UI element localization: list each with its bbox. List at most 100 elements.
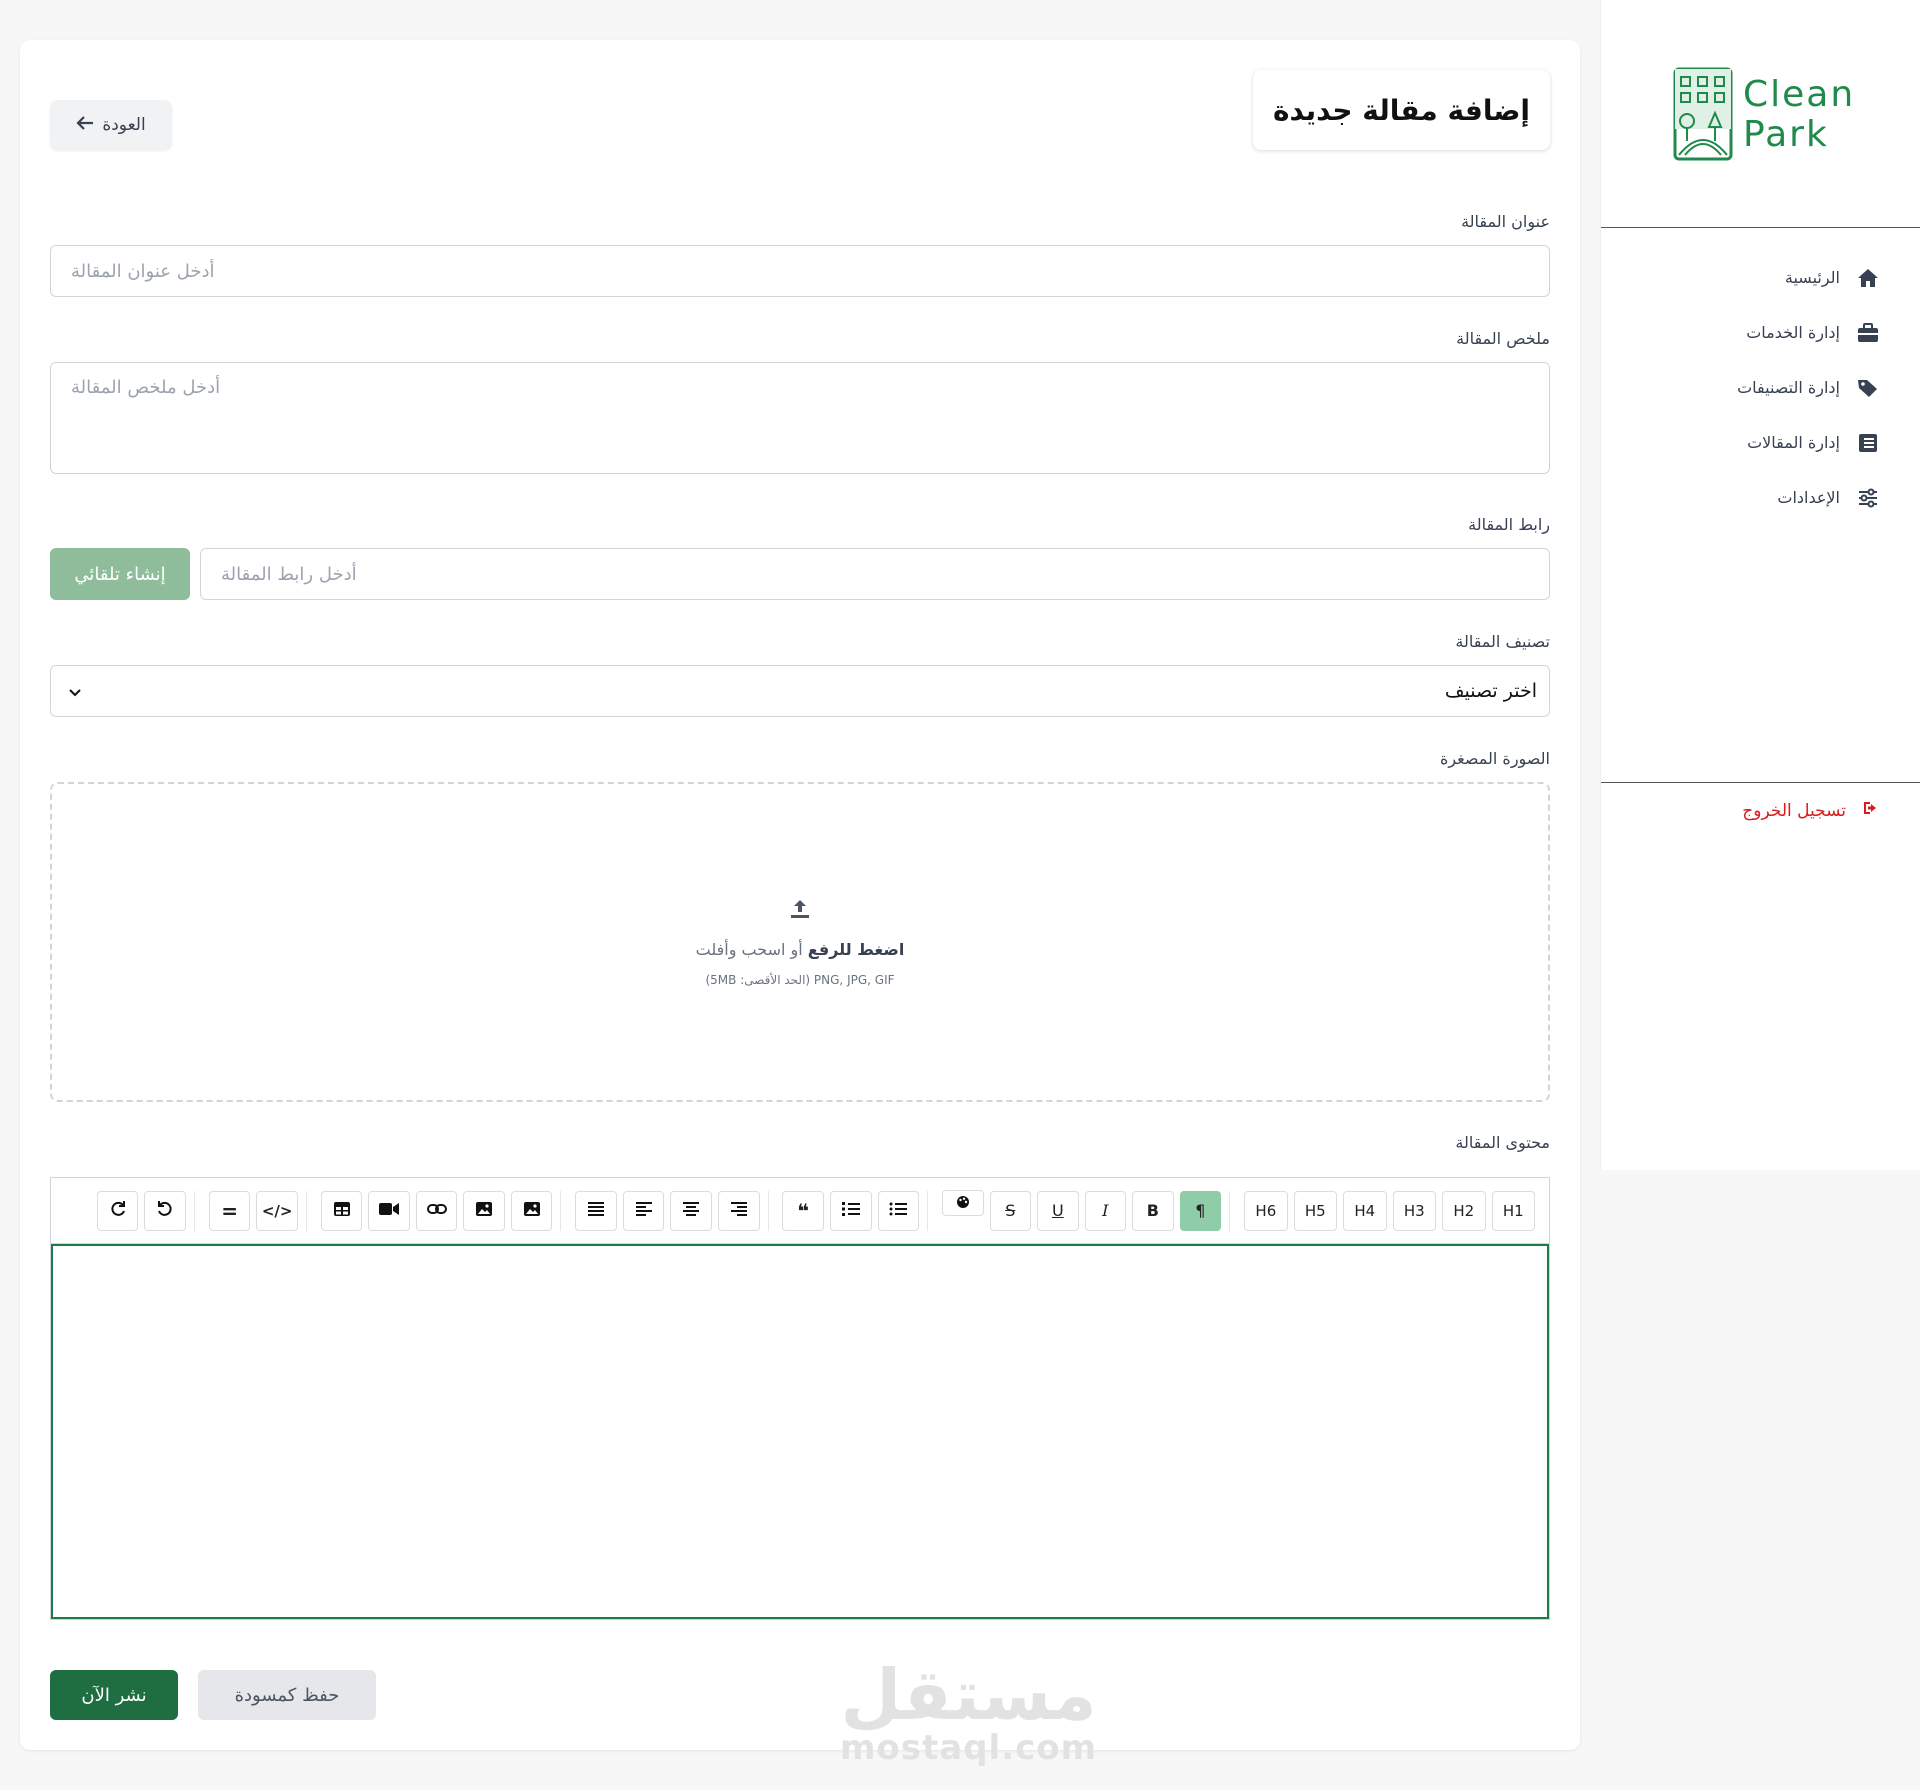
- redo-button[interactable]: [96, 1190, 139, 1231]
- redo-icon: [109, 1200, 127, 1222]
- blockquote-button[interactable]: ❝: [782, 1190, 824, 1231]
- bullet-list-button[interactable]: [877, 1190, 920, 1231]
- content-label: محتوى المقالة: [1455, 1133, 1550, 1152]
- logo-text-line1: Clean: [1743, 73, 1856, 115]
- upload-or-text: أو اسحب وأفلت: [695, 939, 803, 959]
- heading-4-button[interactable]: H4: [1343, 1190, 1387, 1231]
- upload-hint: PNG, JPG, GIF (الحد الأقصى: 5MB): [705, 972, 895, 987]
- link-label: رابط المقالة: [1468, 515, 1550, 534]
- image-icon: [523, 1201, 541, 1221]
- italic-button[interactable]: I: [1084, 1190, 1127, 1231]
- undo-button[interactable]: [144, 1190, 186, 1231]
- bold-button[interactable]: B: [1132, 1190, 1174, 1231]
- link-icon: [426, 1201, 447, 1220]
- watermark: مستقل mostaql.com: [840, 1660, 1097, 1766]
- underline-button[interactable]: U: [1037, 1190, 1079, 1231]
- horizontal-rule-button[interactable]: =: [208, 1190, 251, 1231]
- title-input[interactable]: أدخل عنوان المقالة: [50, 245, 1550, 297]
- sidebar-item-home[interactable]: الرئيسية: [1620, 250, 1880, 305]
- strikethrough-button[interactable]: S: [989, 1190, 1032, 1231]
- palette-icon: [956, 1194, 970, 1213]
- editor-toolbar: H1 H2 H3 H4 H5 H6 ¶ B I U S ❝ </> =: [51, 1178, 1549, 1244]
- sidebar-item-services[interactable]: إدارة الخدمات: [1620, 305, 1880, 360]
- color-button[interactable]: [942, 1190, 984, 1216]
- insert-video-button[interactable]: [368, 1190, 410, 1231]
- insert-image-button[interactable]: [510, 1190, 553, 1231]
- category-select[interactable]: اختر تصنيف: [50, 665, 1550, 717]
- upload-click-text[interactable]: اضغط للرفع: [808, 940, 905, 959]
- toolbar-separator: [560, 1190, 562, 1231]
- summary-placeholder: أدخل ملخص المقالة: [71, 377, 221, 398]
- image-gallery-button[interactable]: [463, 1190, 505, 1231]
- toolbar-separator: [193, 1190, 195, 1231]
- back-button[interactable]: العودة: [50, 100, 172, 150]
- link-input[interactable]: أدخل رابط المقالة: [200, 548, 1550, 600]
- align-center-button[interactable]: [670, 1190, 712, 1231]
- sidebar-item-label: إدارة التصنيفات: [1737, 378, 1840, 397]
- italic-icon: I: [1102, 1201, 1109, 1220]
- align-left-button[interactable]: [622, 1190, 665, 1231]
- underline-icon: U: [1051, 1201, 1064, 1220]
- bold-icon: B: [1146, 1201, 1159, 1220]
- upload-icon: [789, 898, 811, 924]
- heading-5-button[interactable]: H5: [1293, 1190, 1338, 1231]
- arrow-left-icon: [76, 115, 94, 136]
- image-icon: [475, 1201, 493, 1221]
- publish-button[interactable]: نشر الآن: [50, 1670, 178, 1720]
- undo-icon: [156, 1200, 174, 1222]
- toolbar-separator: [927, 1190, 929, 1231]
- paragraph-button[interactable]: ¶: [1179, 1190, 1222, 1231]
- justify-button[interactable]: [575, 1190, 617, 1231]
- ordered-list-icon: [841, 1201, 860, 1220]
- tag-icon: [1856, 376, 1880, 400]
- watermark-ar: مستقل: [840, 1654, 1097, 1736]
- strikethrough-icon: S: [1005, 1201, 1016, 1220]
- title-label: عنوان المقالة: [1461, 212, 1550, 231]
- heading-6-button[interactable]: H6: [1244, 1190, 1288, 1231]
- editor-content-area[interactable]: [51, 1244, 1549, 1619]
- logo[interactable]: Clean Park: [1671, 62, 1861, 167]
- watermark-en: mostaql.com: [840, 1728, 1098, 1768]
- save-draft-button[interactable]: حفظ كمسودة: [198, 1670, 376, 1720]
- sidebar-item-articles[interactable]: إدارة المقالات: [1620, 415, 1880, 470]
- heading-3-button[interactable]: H3: [1392, 1190, 1437, 1231]
- paragraph-icon: ¶: [1195, 1201, 1206, 1220]
- sliders-icon: [1856, 486, 1880, 510]
- summary-textarea[interactable]: أدخل ملخص المقالة: [50, 362, 1550, 474]
- heading-2-button[interactable]: H2: [1442, 1190, 1486, 1231]
- heading-1-button[interactable]: H1: [1491, 1190, 1535, 1231]
- auto-generate-button[interactable]: إنشاء تلقائي: [50, 548, 190, 600]
- summary-label: ملخص المقالة: [1456, 329, 1550, 348]
- thumbnail-dropzone[interactable]: اضغط للرفع أو اسحب وأفلت PNG, JPG, GIF (…: [50, 782, 1550, 1102]
- logout-label: تسجيل الخروج: [1742, 800, 1846, 821]
- logout-icon: [1862, 800, 1880, 821]
- align-right-button[interactable]: [717, 1190, 760, 1231]
- book-icon: [1856, 431, 1880, 455]
- thumbnail-label: الصورة المصغرة: [1439, 749, 1550, 768]
- align-right-icon: [730, 1201, 747, 1220]
- align-left-icon: [635, 1201, 652, 1220]
- ordered-list-button[interactable]: [830, 1190, 872, 1231]
- toolbar-separator: [1229, 1190, 1231, 1231]
- category-label: تصنيف المقالة: [1455, 632, 1550, 651]
- category-selected: اختر تصنيف: [1444, 680, 1537, 702]
- sidebar-divider: [1601, 227, 1920, 228]
- sidebar-item-label: الرئيسية: [1784, 268, 1840, 287]
- main-card: إضافة مقالة جديدة العودة عنوان المقالة أ…: [20, 40, 1580, 1766]
- logout-button[interactable]: تسجيل الخروج: [1742, 800, 1880, 821]
- bullet-list-icon: [889, 1201, 908, 1220]
- insert-table-button[interactable]: [320, 1190, 363, 1231]
- briefcase-icon: [1856, 321, 1880, 345]
- table-icon: [333, 1201, 351, 1221]
- sidebar-item-label: إدارة المقالات: [1747, 433, 1840, 452]
- sidebar-item-categories[interactable]: إدارة التصنيفات: [1620, 360, 1880, 415]
- sidebar-item-settings[interactable]: الإعدادات: [1620, 470, 1880, 525]
- link-placeholder: أدخل رابط المقالة: [221, 563, 357, 585]
- align-center-icon: [683, 1201, 700, 1220]
- code-view-button[interactable]: </>: [256, 1190, 298, 1231]
- toolbar-separator: [767, 1190, 769, 1231]
- sidebar-item-label: الإعدادات: [1777, 488, 1840, 507]
- insert-link-button[interactable]: [415, 1190, 458, 1231]
- video-icon: [379, 1201, 400, 1220]
- building-logo-icon: [1673, 67, 1733, 160]
